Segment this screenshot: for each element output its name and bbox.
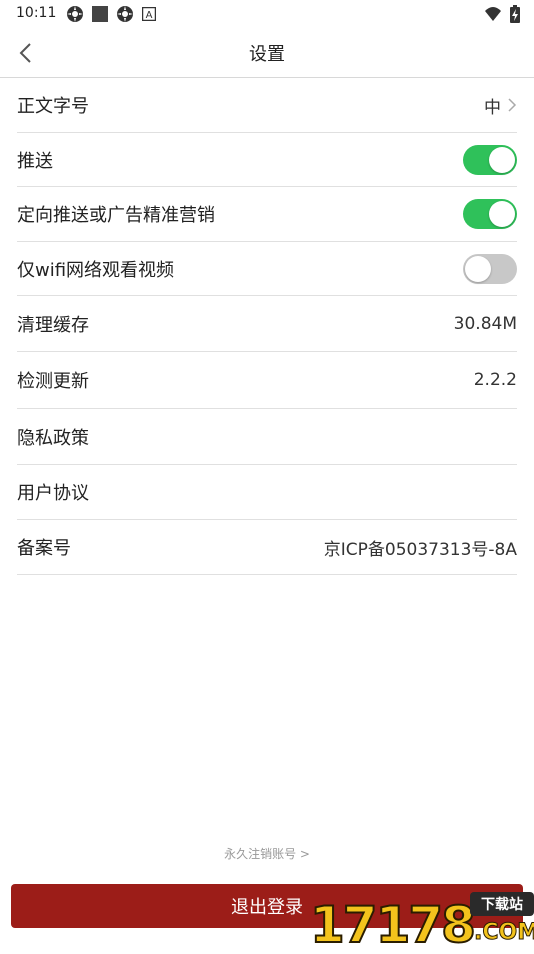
icp-row: 备案号 京ICP备05037313号-8A: [17, 520, 517, 575]
svg-text:A: A: [146, 10, 153, 21]
update-label: 检测更新: [17, 371, 89, 392]
cache-row[interactable]: 清理缓存 30.84M: [17, 296, 517, 352]
square-icon: [92, 6, 108, 22]
targeted-row: 定向推送或广告精准营销: [17, 187, 517, 242]
cache-value: 30.84M: [453, 313, 517, 334]
status-bar: 10:11 A: [0, 0, 534, 28]
status-icons-left: A: [66, 5, 156, 23]
logout-button[interactable]: 退出登录: [11, 884, 523, 928]
font-size-row[interactable]: 正文字号 中: [17, 78, 517, 133]
toggle-knob: [465, 255, 491, 282]
nav-bar: 设置: [0, 28, 534, 78]
settings-list: 正文字号 中 推送 定向推送或广告精准营销 仅wifi网络观看视频 清理缓存 3…: [17, 78, 517, 575]
battery-charging-icon: [510, 5, 520, 23]
update-value: 2.2.2: [473, 370, 517, 390]
wifi-icon: [485, 7, 501, 21]
a-box-icon: A: [142, 7, 156, 21]
settings-gear-icon: [117, 6, 133, 22]
push-toggle[interactable]: [463, 144, 517, 175]
status-icons-right: [484, 5, 520, 23]
wifi-only-row: 仅wifi网络观看视频: [17, 242, 517, 296]
push-label: 推送: [17, 150, 53, 172]
wifi-only-label: 仅wifi网络观看视频: [17, 259, 175, 281]
update-row[interactable]: 检测更新 2.2.2: [17, 352, 517, 409]
cancel-account-link[interactable]: 永久注销账号 >: [0, 845, 534, 862]
logout-label: 退出登录: [231, 897, 303, 918]
agreement-label: 用户协议: [17, 483, 89, 504]
toggle-knob: [489, 201, 515, 227]
font-size-value: 中: [484, 97, 501, 118]
status-time: 10:11: [16, 5, 57, 21]
wifi-only-toggle[interactable]: [463, 253, 517, 284]
privacy-label: 隐私政策: [17, 427, 89, 449]
page-title: 设置: [249, 44, 285, 65]
targeted-toggle[interactable]: [463, 199, 517, 229]
agreement-row[interactable]: 用户协议: [17, 465, 517, 520]
cache-label: 清理缓存: [17, 314, 89, 336]
chevron-right-icon: [508, 98, 517, 112]
font-size-label: 正文字号: [17, 96, 89, 117]
toggle-knob: [489, 146, 515, 173]
icp-value: 京ICP备05037313号-8A: [323, 539, 517, 560]
privacy-row[interactable]: 隐私政策: [17, 409, 517, 465]
settings-gear-icon: [67, 6, 83, 22]
font-size-value-wrap: 中: [484, 93, 517, 118]
push-row: 推送: [17, 133, 517, 187]
targeted-label: 定向推送或广告精准营销: [17, 205, 215, 226]
icp-label: 备案号: [17, 538, 71, 559]
